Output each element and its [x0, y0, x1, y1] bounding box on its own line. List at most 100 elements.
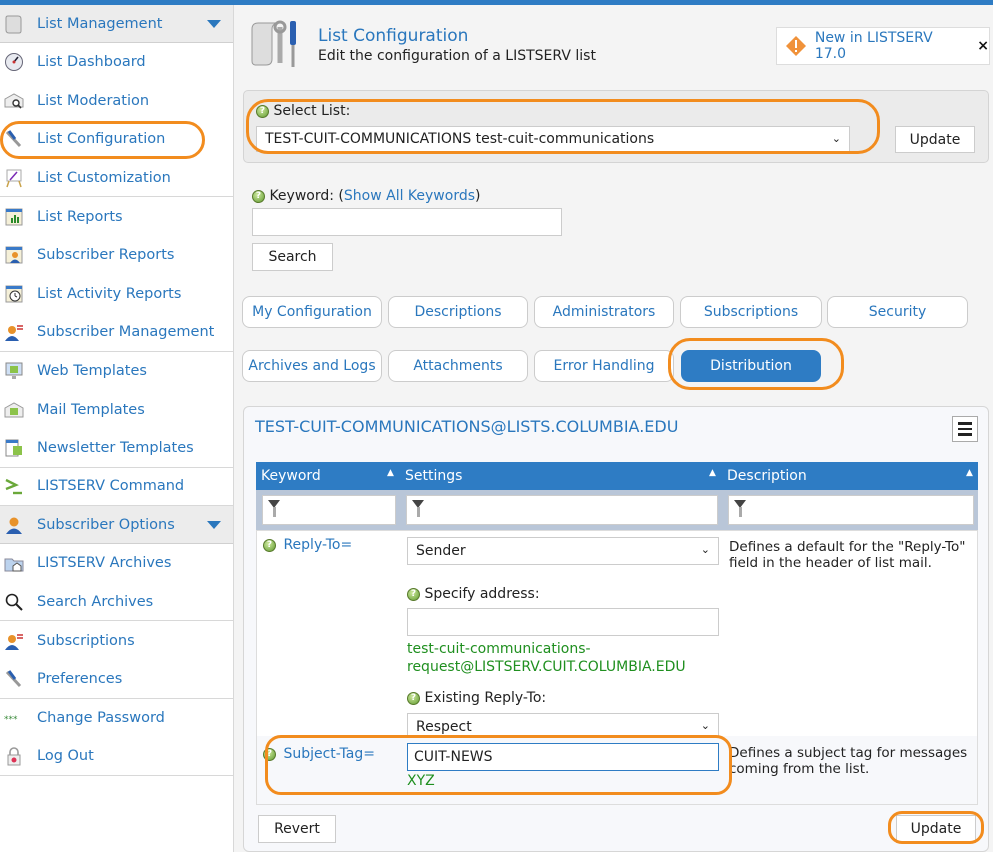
tab-distribution[interactable]: Distribution: [681, 350, 821, 382]
mail-puzzle-icon: [4, 400, 24, 420]
tab-security[interactable]: Security: [827, 296, 968, 328]
sidebar-item-label: Subscriber Management: [37, 323, 215, 340]
scroll-icon: [4, 14, 24, 34]
chevron-down-icon: ⌄: [831, 132, 841, 145]
tab-my-configuration[interactable]: My Configuration: [242, 296, 382, 328]
sidebar-item-list-dashboard[interactable]: List Dashboard: [0, 43, 233, 82]
sort-icon[interactable]: ▲︎: [709, 468, 716, 478]
tab-error-handling[interactable]: Error Handling: [534, 350, 674, 382]
chevron-down-icon: ⌄: [700, 543, 710, 556]
sidebar-item-list-activity-reports[interactable]: List Activity Reports: [0, 275, 233, 314]
settings-filter-input[interactable]: [406, 495, 718, 525]
reply-to-select-value: Sender: [416, 543, 466, 559]
chevron-down-icon: ⌄: [700, 719, 710, 732]
specify-address-input[interactable]: [407, 608, 719, 636]
sidebar-item-label: List Reports: [37, 208, 123, 225]
page-title: List Configuration: [318, 26, 469, 46]
hamburger-menu-icon[interactable]: [952, 416, 978, 442]
sidebar-item-list-customization[interactable]: List Customization: [0, 159, 233, 198]
help-icon[interactable]: ?: [256, 104, 269, 118]
search-button[interactable]: Search: [252, 243, 333, 271]
news-banner[interactable]: New in LISTSERV 17.0 ×: [776, 27, 990, 65]
sidebar-item-listserv-command[interactable]: LISTSERV Command: [0, 468, 233, 507]
sidebar-item-label: Mail Templates: [37, 401, 145, 418]
warning-diamond-icon: [786, 36, 806, 56]
sidebar-item-list-configuration[interactable]: List Configuration: [0, 120, 233, 159]
wrench-scroll-icon: [248, 19, 304, 71]
sort-icon[interactable]: ▲︎: [966, 468, 973, 478]
table-header: Keyword ▲︎ Settings ▲︎ Description ▲︎: [256, 462, 978, 490]
tab-archives-and-logs[interactable]: Archives and Logs: [242, 350, 382, 382]
sidebar-item-mail-templates[interactable]: Mail Templates: [0, 390, 233, 429]
funnel-stem: [739, 507, 742, 517]
help-icon[interactable]: ?: [263, 747, 276, 761]
update-button[interactable]: Update: [896, 815, 976, 843]
existing-reply-to-value: Respect: [416, 719, 472, 735]
padlock-icon: [4, 746, 24, 766]
column-header-description[interactable]: Description: [727, 468, 807, 484]
sidebar-item-label: Log Out: [37, 747, 94, 764]
report-user-icon: [4, 245, 24, 265]
list-address-title: TEST-CUIT-COMMUNICATIONS@LISTS.COLUMBIA.…: [255, 417, 679, 436]
close-icon[interactable]: ×: [977, 38, 989, 54]
sidebar-item-subscriber-management[interactable]: Subscriber Management: [0, 313, 233, 352]
select-list-update-button[interactable]: Update: [895, 126, 975, 153]
keyword-filter-input[interactable]: [262, 495, 396, 525]
magnifier-icon: [4, 592, 24, 612]
chevron-down-icon[interactable]: [207, 20, 221, 28]
select-list-label: Select List:: [273, 103, 351, 119]
sidebar-item-newsletter-templates[interactable]: Newsletter Templates: [0, 429, 233, 468]
sidebar-item-search-archives[interactable]: Search Archives: [0, 583, 233, 622]
page-subtitle: Edit the configuration of a LISTSERV lis…: [318, 48, 596, 64]
tab-descriptions[interactable]: Descriptions: [388, 296, 528, 328]
sidebar-item-listserv-archives[interactable]: LISTSERV Archives: [0, 544, 233, 583]
select-list-dropdown[interactable]: TEST-CUIT-COMMUNICATIONS test-cuit-commu…: [256, 126, 850, 152]
help-icon[interactable]: ?: [263, 538, 276, 552]
reply-to-description: Defines a default for the "Reply-To" fie…: [729, 539, 966, 571]
sidebar-item-label: Web Templates: [37, 363, 147, 380]
sidebar-item-change-password[interactable]: *** Change Password: [0, 699, 233, 738]
tab-subscriptions[interactable]: Subscriptions: [680, 296, 822, 328]
sidebar-item-label: List Dashboard: [37, 54, 146, 71]
sidebar-item-subscriber-reports[interactable]: Subscriber Reports: [0, 236, 233, 275]
report-clock-icon: [4, 284, 24, 304]
subject-tag-input[interactable]: CUIT-NEWS: [407, 743, 719, 771]
sidebar-header-list-management[interactable]: List Management: [0, 5, 233, 43]
sidebar-item-preferences[interactable]: Preferences: [0, 660, 233, 699]
sidebar-header-label: List Management: [37, 15, 163, 32]
sidebar: List Management List Dashboard List Mode…: [0, 5, 234, 852]
keyword-input[interactable]: [252, 208, 562, 236]
svg-text:***: ***: [4, 715, 18, 725]
password-stars-icon: ***: [4, 708, 24, 728]
dashboard-gauge-icon: [4, 52, 24, 72]
help-icon[interactable]: ?: [407, 587, 420, 601]
reply-to-select[interactable]: Sender ⌄: [407, 537, 719, 565]
settings-card: TEST-CUIT-COMMUNICATIONS@LISTS.COLUMBIA.…: [243, 406, 989, 852]
tab-administrators[interactable]: Administrators: [534, 296, 674, 328]
column-header-keyword[interactable]: Keyword: [261, 468, 321, 484]
subject-tag-keyword-link[interactable]: Subject-Tag=: [283, 746, 375, 762]
specify-address-hint: test-cuit-communications-request@LISTSER…: [407, 641, 686, 675]
sort-icon[interactable]: ▲︎: [387, 468, 394, 478]
sidebar-item-web-templates[interactable]: Web Templates: [0, 352, 233, 391]
chevron-down-icon[interactable]: [207, 521, 221, 530]
reply-to-keyword-link[interactable]: Reply-To=: [283, 537, 352, 553]
sidebar-item-label: Change Password: [37, 709, 165, 726]
sidebar-item-label: Search Archives: [37, 593, 154, 610]
sidebar-item-list-moderation[interactable]: List Moderation: [0, 82, 233, 121]
column-header-settings[interactable]: Settings: [405, 468, 462, 484]
sidebar-item-subscriptions[interactable]: Subscriptions: [0, 621, 233, 660]
sidebar-item-log-out[interactable]: Log Out: [0, 737, 233, 776]
description-filter-input[interactable]: [728, 495, 974, 525]
sidebar-item-label: Preferences: [37, 670, 123, 687]
help-icon[interactable]: ?: [407, 691, 420, 705]
help-icon[interactable]: ?: [252, 189, 265, 203]
report-chart-icon: [4, 207, 24, 227]
tab-attachments[interactable]: Attachments: [388, 350, 528, 382]
sidebar-item-label: LISTSERV Command: [37, 478, 185, 495]
news-link[interactable]: New in LISTSERV 17.0: [815, 30, 967, 62]
sidebar-header-subscriber-options[interactable]: Subscriber Options: [0, 506, 233, 545]
sidebar-item-list-reports[interactable]: List Reports: [0, 197, 233, 236]
revert-button[interactable]: Revert: [258, 815, 336, 843]
show-all-keywords-link[interactable]: Show All Keywords: [344, 188, 475, 204]
